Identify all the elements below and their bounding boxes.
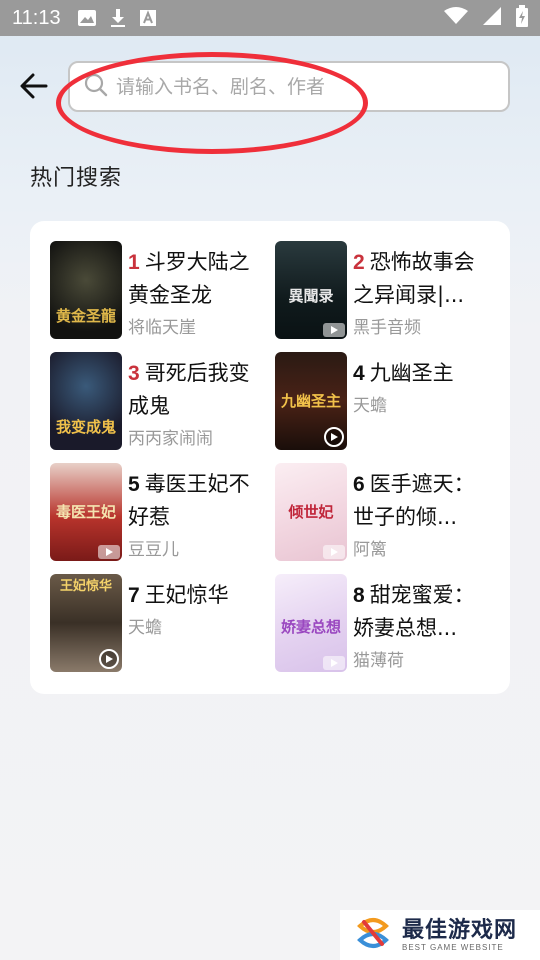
rank-number: 1 <box>128 251 140 274</box>
cover-text: 我变成鬼 <box>55 418 116 436</box>
rank-number: 5 <box>128 473 140 496</box>
signal-icon <box>482 6 502 31</box>
book-cover: 倾世妃 <box>275 463 347 561</box>
book-author: 丙丙家闹闹 <box>128 429 213 449</box>
book-author: 将临天崖 <box>128 318 196 338</box>
audio-badge-icon <box>323 545 345 559</box>
cover-text: 毒医王妃 <box>55 503 116 521</box>
font-icon <box>139 9 157 27</box>
book-title-line: 7 王妃惊华 <box>128 579 268 612</box>
list-item-1[interactable]: 黄金圣龍 1 斗罗大陆之黄金圣龙 将临天崖 <box>50 241 268 341</box>
list-item-7[interactable]: 王妃惊华 7 王妃惊华 天蟾 <box>50 574 268 674</box>
arrow-left-icon <box>20 73 48 99</box>
book-author: 天蟾 <box>353 396 387 416</box>
list-item-2[interactable]: 異聞录 2 恐怖故事会之异闻录|... 黑手音频 <box>275 241 493 341</box>
video-play-icon <box>324 427 344 447</box>
list-item-5[interactable]: 毒医王妃 5 毒医王妃不好惹 豆豆儿 <box>50 463 268 563</box>
cover-text: 娇妻总想 <box>280 618 341 636</box>
book-title: 九幽圣主 <box>369 361 454 385</box>
search-input[interactable] <box>116 75 476 98</box>
book-title: 恐怖故事会之异闻录|... <box>353 250 475 307</box>
rank-number: 2 <box>353 251 365 274</box>
book-title-line: 1 斗罗大陆之黄金圣龙 <box>128 246 268 312</box>
rank-number: 8 <box>353 584 365 607</box>
list-item-4[interactable]: 九幽圣主 4 九幽圣主 天蟾 <box>275 352 493 452</box>
book-cover: 毒医王妃 <box>50 463 122 561</box>
cover-text: 異聞录 <box>288 287 334 305</box>
book-cover: 王妃惊华 <box>50 574 122 672</box>
book-title-line: 5 毒医王妃不好惹 <box>128 468 268 534</box>
book-title: 哥死后我变成鬼 <box>128 361 250 418</box>
book-title-line: 4 九幽圣主 <box>353 357 493 390</box>
book-author: 猫薄荷 <box>353 651 404 671</box>
rank-number: 3 <box>128 362 140 385</box>
book-cover: 九幽圣主 <box>275 352 347 450</box>
book-author: 天蟾 <box>128 618 162 638</box>
battery-icon <box>516 4 528 32</box>
rank-number: 4 <box>353 362 365 385</box>
book-title: 甜宠蜜爱：娇妻总想... <box>353 583 475 640</box>
site-logo-icon <box>352 912 394 958</box>
wifi-icon <box>444 6 468 30</box>
book-cover: 我变成鬼 <box>50 352 122 450</box>
book-author: 豆豆儿 <box>128 540 179 560</box>
cover-text: 九幽圣主 <box>280 392 341 410</box>
rank-number: 7 <box>128 584 140 607</box>
rank-number: 6 <box>353 473 365 496</box>
video-play-icon <box>99 649 119 669</box>
book-cover: 娇妻总想 <box>275 574 347 672</box>
site-watermark: 最佳游戏网 BEST GAME WEBSITE <box>340 910 540 960</box>
back-button[interactable] <box>14 66 54 106</box>
watermark-subtitle: BEST GAME WEBSITE <box>402 942 504 952</box>
cover-text: 王妃惊华 <box>59 579 112 594</box>
book-title-line: 8 甜宠蜜爱：娇妻总想... <box>353 579 493 645</box>
cover-text: 倾世妃 <box>288 503 334 521</box>
audio-badge-icon <box>323 323 345 337</box>
audio-badge-icon <box>98 545 120 559</box>
list-item-6[interactable]: 倾世妃 6 医手遮天：世子的倾... 阿篱 <box>275 463 493 563</box>
book-title: 斗罗大陆之黄金圣龙 <box>128 250 250 307</box>
audio-badge-icon <box>323 656 345 670</box>
search-icon <box>84 73 108 101</box>
book-title-line: 3 哥死后我变成鬼 <box>128 357 268 423</box>
book-author: 阿篱 <box>353 540 387 560</box>
list-item-3[interactable]: 我变成鬼 3 哥死后我变成鬼 丙丙家闹闹 <box>50 352 268 452</box>
image-icon <box>77 9 97 27</box>
book-title-line: 6 医手遮天：世子的倾... <box>353 468 493 534</box>
search-box[interactable] <box>68 61 510 112</box>
book-title-line: 2 恐怖故事会之异闻录|... <box>353 246 493 312</box>
status-time: 11:13 <box>12 6 61 29</box>
book-cover: 黄金圣龍 <box>50 241 122 339</box>
book-author: 黑手音频 <box>353 318 421 338</box>
status-bar: 11:13 <box>0 0 540 36</box>
hot-search-list: 黄金圣龍 1 斗罗大陆之黄金圣龙 将临天崖 異聞录 2 恐怖故事会之异闻录|... … <box>30 221 510 694</box>
book-title: 医手遮天：世子的倾... <box>353 472 475 529</box>
hot-search-title: 热门搜索 <box>30 166 123 191</box>
watermark-title: 最佳游戏网 <box>402 917 518 943</box>
book-cover: 異聞录 <box>275 241 347 339</box>
book-title: 毒医王妃不好惹 <box>128 472 250 529</box>
book-title: 王妃惊华 <box>144 583 229 607</box>
download-icon <box>109 8 127 28</box>
cover-text: 黄金圣龍 <box>55 307 116 325</box>
list-item-8[interactable]: 娇妻总想 8 甜宠蜜爱：娇妻总想... 猫薄荷 <box>275 574 493 674</box>
